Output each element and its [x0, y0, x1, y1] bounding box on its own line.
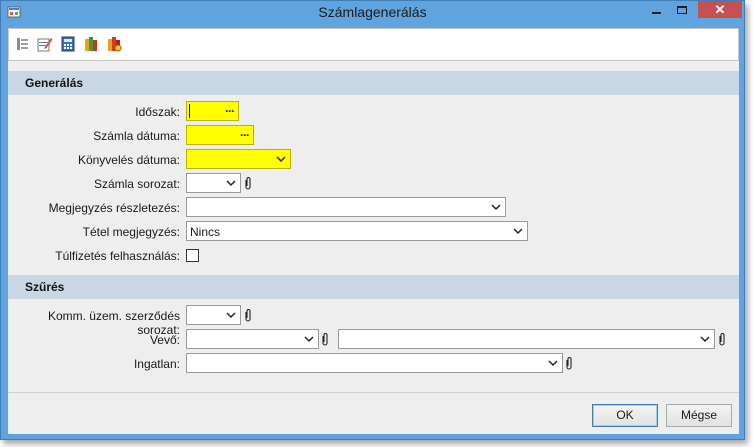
chevron-down-icon[interactable] [275, 153, 287, 165]
vevo-label: Vevő: [149, 333, 180, 347]
szamla-datuma-field[interactable]: ··· [186, 125, 254, 145]
szamla-datuma-label: Számla dátuma: [93, 129, 180, 143]
paperclip-icon[interactable] [564, 356, 574, 370]
ingatlan-field[interactable] [186, 353, 563, 373]
maximize-button[interactable] [669, 1, 695, 18]
paperclip-icon[interactable] [320, 332, 330, 346]
megjegyzes-reszletezes-field[interactable] [186, 197, 506, 217]
ellipsis-icon[interactable]: ··· [240, 128, 250, 142]
cancel-button[interactable]: Mégse [666, 404, 732, 427]
konyveles-datuma-field[interactable] [186, 149, 291, 169]
chevron-down-icon[interactable] [225, 177, 237, 189]
chevron-down-icon[interactable] [512, 225, 524, 237]
idoszak-label: Időszak: [135, 105, 180, 119]
chevron-down-icon[interactable] [699, 333, 711, 345]
books-red-icon[interactable] [106, 36, 122, 52]
text-cursor [189, 104, 190, 118]
idoszak-field[interactable]: ··· [186, 101, 239, 121]
dialog-footer: OK Mégse [8, 392, 739, 434]
tulfizetes-label: Túlfizetés felhasználás: [55, 249, 180, 263]
section-header-generalas: Generálás [8, 71, 739, 95]
chevron-down-icon[interactable] [225, 309, 237, 321]
szamla-sorozat-field[interactable] [186, 173, 241, 193]
paperclip-icon[interactable] [243, 176, 253, 190]
minimize-icon [651, 11, 661, 14]
tetel-megjegyzes-label: Tétel megjegyzés: [82, 225, 180, 239]
edit-icon[interactable] [37, 36, 53, 52]
paperclip-icon[interactable] [243, 308, 253, 322]
window-title: Számlagenerálás [318, 4, 427, 20]
close-icon: ✕ [714, 1, 726, 17]
close-button[interactable]: ✕ [698, 1, 742, 18]
ingatlan-label: Ingatlan: [133, 357, 180, 371]
konyveles-datuma-label: Könyvelés dátuma: [77, 153, 180, 167]
title-bar[interactable]: Számlagenerálás ✕ [1, 1, 744, 24]
dialog-client: Generálás Időszak: ··· Számla dátuma: ··… [8, 28, 739, 434]
komm-sorozat-field[interactable] [186, 305, 241, 325]
chevron-down-icon[interactable] [303, 333, 315, 345]
vevo-code-field[interactable] [186, 329, 319, 349]
chevron-down-icon[interactable] [547, 357, 559, 369]
ellipsis-icon[interactable]: ··· [225, 104, 235, 118]
calculator-icon[interactable] [60, 36, 76, 52]
ok-button[interactable]: OK [592, 404, 658, 427]
paperclip-icon[interactable] [717, 332, 727, 346]
vevo-name-field[interactable] [338, 329, 715, 349]
minimize-button[interactable] [643, 1, 669, 18]
maximize-icon [677, 5, 687, 14]
books-green-icon[interactable] [83, 36, 99, 52]
tree-icon[interactable] [15, 36, 31, 52]
tulfizetes-checkbox[interactable] [186, 249, 199, 262]
szamla-sorozat-label: Számla sorozat: [93, 177, 180, 191]
tetel-megjegyzes-field[interactable]: Nincs [186, 221, 528, 241]
dialog-window: Számlagenerálás ✕ Generálás Időszak: ···… [0, 0, 745, 440]
section-header-szures: Szűrés [8, 275, 739, 299]
chevron-down-icon[interactable] [490, 201, 502, 213]
megjegyzes-reszletezes-label: Megjegyzés részletezés: [48, 201, 180, 215]
toolbar [8, 28, 739, 61]
